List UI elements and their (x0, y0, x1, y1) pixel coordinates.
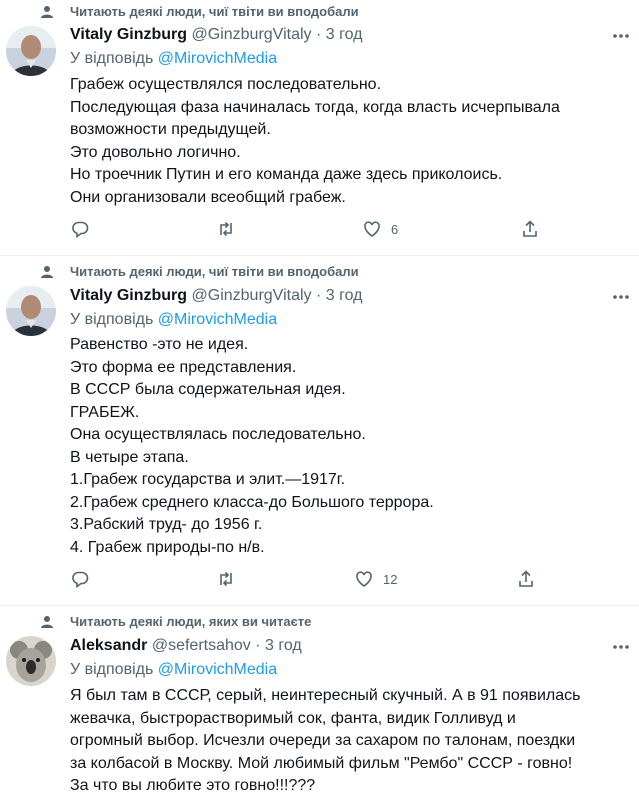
like-button[interactable]: 12 (354, 569, 397, 589)
retweet-button[interactable] (216, 569, 245, 589)
tweet[interactable]: Читають деякі люди, чиї твіти ви вподоба… (0, 0, 639, 256)
reply-button[interactable] (70, 219, 99, 239)
tweet-text-line: 3.Рабский труд- до 1956 г. (70, 516, 263, 533)
reply-mention-link[interactable]: @MirovichMedia (158, 311, 277, 328)
share-button[interactable] (516, 569, 536, 589)
retweet-icon (220, 221, 232, 237)
tweet-text-line: Грабеж осуществлялся последовательно. (70, 76, 382, 93)
timestamp[interactable]: 3 год (265, 637, 302, 654)
reply-context: У відповідь @MirovichMedia (70, 661, 277, 679)
user-handle[interactable]: @sefertsahov (152, 637, 251, 654)
tweet-text-line: Я был там в СССР, серый, неинтересный ск… (70, 687, 581, 704)
user-handle[interactable]: @GinzburgVitaly (192, 287, 312, 304)
reply-context: У відповідь @MirovichMedia (70, 311, 277, 329)
person-icon (41, 616, 53, 628)
tweet-text-line: В четыре этапа. (70, 448, 189, 466)
reply-prefix: У відповідь (70, 661, 154, 678)
like-count: 12 (383, 571, 398, 587)
share-icon (523, 220, 537, 237)
tweet[interactable]: Читають деякі люди, чиї твіти ви вподоба… (0, 256, 639, 606)
tweet-text-line: Но троечник Путин и его команда даже зде… (70, 166, 503, 183)
tweet-text-line: Она осуществлялась последовательно. (70, 426, 366, 443)
social-context-text: Читають деякі люди, чиї твіти ви вподоба… (70, 4, 359, 19)
tweet-header: Vitaly Ginzburg @GinzburgVitaly · 3 год (70, 26, 362, 44)
tweet-text-line: ГРАБЕЖ. (70, 403, 140, 421)
action-bar: 6 (70, 219, 540, 239)
action-bar: 12 (70, 569, 540, 589)
reply-icon (72, 221, 89, 239)
separator-dot: · (255, 637, 261, 654)
avatar[interactable] (6, 636, 56, 686)
share-icon (519, 570, 533, 587)
tweet-text: Грабеж осуществлялся последовательно. По… (70, 74, 630, 209)
user-handle[interactable]: @GinzburgVitaly (192, 26, 312, 43)
heart-person-icon (41, 266, 53, 278)
tweet-text-line: жевачка, быстрорастворимый сок, фанта, в… (70, 709, 516, 727)
tweet-text: Равенство -это не идея. Это форма ее пре… (70, 334, 630, 559)
reply-prefix: У відповідь (70, 50, 154, 67)
share-button[interactable] (520, 219, 540, 239)
reply-button[interactable] (70, 569, 99, 589)
tweet-text-line: В СССР была содержательная идея. (70, 381, 346, 398)
tweet-text-line: за колбасой в Москву. Мой любимый фильм … (70, 754, 573, 772)
tweet-text-line: 4. Грабеж природы-по н/в. (70, 538, 265, 556)
tweet-text-line: Это форма ее представления. (70, 358, 297, 376)
retweet-button[interactable] (216, 219, 245, 239)
separator-dot: · (315, 26, 322, 43)
like-button[interactable]: 6 (362, 219, 398, 239)
social-context-text: Читають деякі люди, яких ви читаєте (70, 614, 312, 629)
timestamp[interactable]: 3 год (326, 287, 363, 304)
timestamp[interactable]: 3 год (326, 26, 363, 43)
tweet-text-line: Это довольно логично. (70, 143, 241, 161)
more-options-icon[interactable] (611, 26, 631, 46)
heart-person-icon (41, 6, 53, 18)
social-context: Читають деякі люди, чиї твіти ви вподоба… (41, 4, 359, 19)
reply-context: У відповідь @MirovichMedia (70, 50, 277, 68)
tweet-text-line: Они организовали всеобщий грабеж. (70, 188, 346, 206)
tweet-header: Aleksandr @sefertsahov · 3 год (70, 637, 302, 655)
reply-mention-link[interactable]: @MirovichMedia (158, 661, 277, 678)
display-name[interactable]: Vitaly Ginzburg (70, 26, 187, 43)
heart-icon (364, 221, 380, 237)
tweet-text: Я был там в СССР, серый, неинтересный ск… (70, 685, 630, 798)
avatar[interactable] (6, 26, 56, 76)
more-options-icon[interactable] (611, 287, 631, 307)
reply-prefix: У відповідь (70, 311, 154, 328)
display-name[interactable]: Vitaly Ginzburg (70, 287, 187, 304)
social-context: Читають деякі люди, чиї твіти ви вподоба… (41, 264, 359, 279)
tweet-text-line: Последующая фаза начиналась тогда, когда… (70, 98, 560, 116)
tweet-text-line: За что вы любите это говно!!!??? (70, 777, 316, 794)
heart-icon (356, 571, 372, 587)
tweet-text-line: 2.Грабеж среднего класса-до Большого тер… (70, 493, 434, 511)
social-context-text: Читають деякі люди, чиї твіти ви вподоба… (70, 264, 359, 279)
retweet-icon (220, 571, 232, 587)
tweet-text-line: Равенство -это не идея. (70, 336, 249, 353)
tweet-text-line: возможности предыдущей. (70, 121, 271, 138)
like-count: 6 (391, 221, 399, 237)
reply-mention-link[interactable]: @MirovichMedia (158, 50, 277, 67)
tweet-text-line: огромный выбор. Исчезли очереди за сахар… (70, 732, 576, 749)
tweet[interactable]: Читають деякі люди, яких ви читаєте Alek… (0, 606, 639, 812)
separator-dot: · (315, 287, 322, 304)
more-options-icon[interactable] (611, 637, 631, 657)
display-name[interactable]: Aleksandr (70, 637, 147, 654)
reply-icon (72, 571, 89, 589)
tweet-text-line: 1.Грабеж государства и элит.—1917г. (70, 471, 346, 488)
tweet-header: Vitaly Ginzburg @GinzburgVitaly · 3 год (70, 287, 362, 305)
avatar[interactable] (6, 286, 56, 336)
social-context: Читають деякі люди, яких ви читаєте (41, 614, 312, 629)
